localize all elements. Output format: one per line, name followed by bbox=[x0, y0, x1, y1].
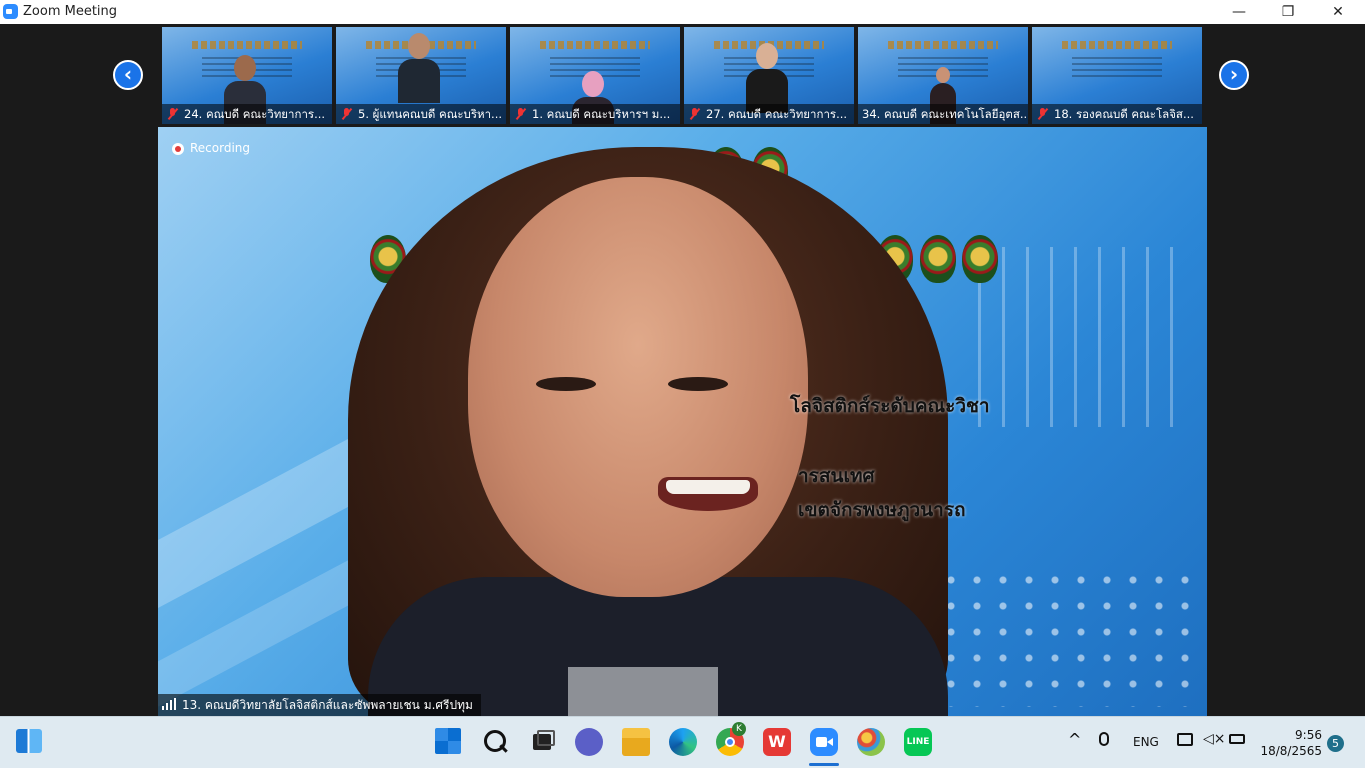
participant-name-bar: 27. คณบดี คณะวิทยาการ... bbox=[684, 104, 854, 124]
participant-gallery-strip: ‹ 24. คณบดี คณะวิทยาการ... 5. ผู้แทนคณบด… bbox=[0, 24, 1365, 127]
connection-signal-icon bbox=[162, 698, 176, 710]
speaker-name-bar: 13. คณบดีวิทยาลัยโลจิสติกส์และซัพพลายเชน… bbox=[158, 694, 481, 716]
background-dot-pattern bbox=[938, 567, 1198, 707]
task-view-icon[interactable] bbox=[529, 728, 557, 756]
network-icon[interactable] bbox=[1177, 733, 1193, 746]
clock-date: 18/8/2565 bbox=[1260, 744, 1322, 758]
participant-tile[interactable]: 18. รองคณบดี คณะโลจิส... bbox=[1032, 27, 1202, 124]
recording-indicator: Recording bbox=[172, 140, 250, 156]
slide-text-lines bbox=[1072, 57, 1162, 79]
volume-muted-icon[interactable]: ◁× bbox=[1203, 731, 1226, 747]
participant-video bbox=[746, 43, 788, 113]
battery-icon[interactable] bbox=[1229, 734, 1245, 744]
participant-tile[interactable]: 24. คณบดี คณะวิทยาการ... bbox=[162, 27, 332, 124]
edge-icon[interactable] bbox=[669, 728, 697, 756]
muted-mic-icon bbox=[1037, 108, 1048, 120]
muted-mic-icon bbox=[167, 108, 178, 120]
slide-emblems bbox=[192, 41, 302, 49]
speaker-person bbox=[348, 147, 968, 716]
windows-start-icon[interactable] bbox=[435, 728, 461, 754]
slide-text: เขตจักรพงษภูวนารถ bbox=[798, 499, 966, 521]
participant-video bbox=[398, 33, 440, 103]
slide-emblems bbox=[888, 41, 998, 49]
tray-chevron-icon[interactable]: ^ bbox=[1068, 730, 1081, 749]
chevron-left-icon: ‹ bbox=[123, 62, 133, 86]
gallery-next-button[interactable]: › bbox=[1219, 60, 1249, 90]
zoom-app-icon bbox=[3, 4, 18, 19]
window-title: Zoom Meeting bbox=[23, 4, 118, 19]
search-icon[interactable] bbox=[482, 728, 510, 756]
speaker-name: 13. คณบดีวิทยาลัยโลจิสติกส์และซัพพลายเชน… bbox=[182, 698, 473, 712]
participant-name: 24. คณบดี คณะวิทยาการ... bbox=[184, 107, 326, 121]
line-icon[interactable]: LINE bbox=[904, 728, 932, 756]
notification-badge[interactable]: 5 bbox=[1327, 735, 1344, 752]
slide-emblems bbox=[1062, 41, 1172, 49]
file-explorer-icon[interactable] bbox=[622, 728, 650, 756]
muted-mic-icon bbox=[515, 108, 526, 120]
windows-taskbar: K W LINE ^ ENG ◁× 9:56 18/8/2565 5 bbox=[0, 716, 1365, 768]
participant-name: 5. ผู้แทนคณบดี คณะบริหา... bbox=[358, 107, 503, 121]
participant-tile[interactable]: 1. คณบดี คณะบริหารฯ ม... bbox=[510, 27, 680, 124]
gallery-prev-button[interactable]: ‹ bbox=[113, 60, 143, 90]
active-app-indicator bbox=[809, 763, 839, 766]
participant-tile[interactable]: 27. คณบดี คณะวิทยาการ... bbox=[684, 27, 854, 124]
window-titlebar: Zoom Meeting — ❐ ✕ bbox=[0, 0, 1365, 24]
participant-name-bar: 24. คณบดี คณะวิทยาการ... bbox=[162, 104, 332, 124]
participant-name-bar: 5. ผู้แทนคณบดี คณะบริหา... bbox=[336, 104, 506, 124]
active-speaker-video[interactable]: โลจิสติกส์ระดับคณะวิชา ารสนเทศ เขตจักรพง… bbox=[158, 127, 1207, 716]
restore-button[interactable]: ❐ bbox=[1265, 0, 1311, 24]
system-clock[interactable]: 9:56 18/8/2565 bbox=[1258, 727, 1322, 759]
slide-emblems bbox=[540, 41, 650, 49]
language-indicator[interactable]: ENG bbox=[1133, 735, 1159, 749]
participant-tile[interactable]: 34. คณบดี คณะเทคโนโลยีอุตส... bbox=[858, 27, 1028, 124]
participant-name: 1. คณบดี คณะบริหารฯ ม... bbox=[532, 107, 671, 121]
participant-name: 27. คณบดี คณะวิทยาการ... bbox=[706, 107, 848, 121]
widgets-icon[interactable] bbox=[16, 729, 42, 753]
participant-name: 18. รองคณบดี คณะโลจิส... bbox=[1054, 107, 1194, 121]
recording-label: Recording bbox=[190, 141, 251, 155]
clock-time: 9:56 bbox=[1295, 728, 1322, 742]
microphone-icon[interactable] bbox=[1099, 732, 1109, 746]
participant-name-bar: 34. คณบดี คณะเทคโนโลยีอุตส... bbox=[858, 104, 1028, 124]
muted-mic-icon bbox=[689, 108, 700, 120]
chrome-profile-badge: K bbox=[732, 722, 746, 736]
zoom-icon[interactable] bbox=[810, 728, 838, 756]
close-button[interactable]: ✕ bbox=[1315, 0, 1361, 24]
recording-dot-icon bbox=[172, 142, 184, 155]
slide-text: ารสนเทศ bbox=[798, 465, 875, 487]
participant-tile[interactable]: 5. ผู้แทนคณบดี คณะบริหา... bbox=[336, 27, 506, 124]
teams-chat-icon[interactable] bbox=[575, 728, 603, 756]
slide-text: โลจิสติกส์ระดับคณะวิชา bbox=[790, 395, 990, 417]
participant-name-bar: 18. รองคณบดี คณะโลจิส... bbox=[1032, 104, 1202, 124]
participant-name-bar: 1. คณบดี คณะบริหารฯ ม... bbox=[510, 104, 680, 124]
background-port-crane bbox=[978, 247, 1178, 427]
chevron-right-icon: › bbox=[1229, 62, 1239, 86]
muted-mic-icon bbox=[341, 108, 352, 120]
participant-name: 34. คณบดี คณะเทคโนโลยีอุตส... bbox=[862, 107, 1028, 121]
chrome-icon[interactable]: K bbox=[716, 722, 746, 756]
paint-icon[interactable] bbox=[857, 728, 885, 756]
wps-office-icon[interactable]: W bbox=[763, 728, 791, 756]
minimize-button[interactable]: — bbox=[1216, 0, 1262, 24]
